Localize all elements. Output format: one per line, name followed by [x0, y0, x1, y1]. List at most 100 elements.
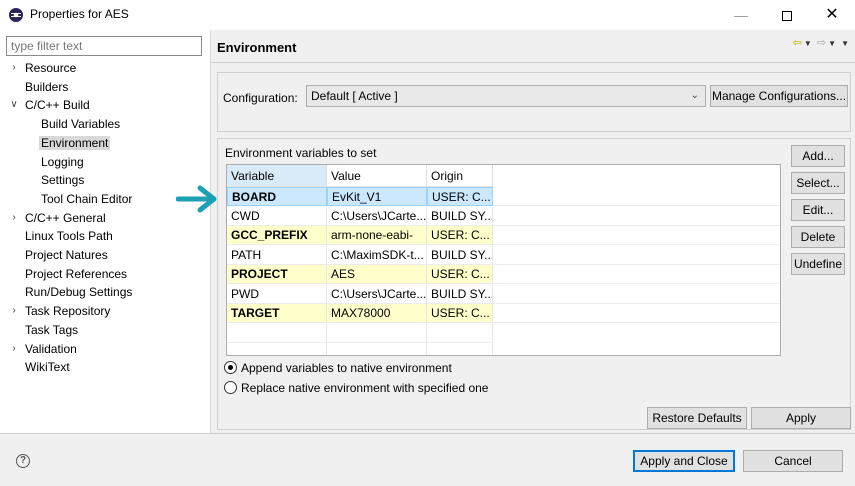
forward-dropdown-icon[interactable]: ▼: [828, 39, 836, 48]
tree-item-label: C/C++ Build: [25, 98, 90, 113]
chevron-right-icon[interactable]: ›: [9, 59, 19, 77]
tree-item-c-c-general[interactable]: › C/C++ General: [12, 209, 108, 227]
append-option-label: Append variables to native environment: [241, 361, 452, 375]
replace-option[interactable]: Replace native environment with specifie…: [224, 379, 488, 397]
cell-origin: USER: C...: [427, 187, 493, 206]
tree-item-label: Builders: [25, 79, 69, 94]
configuration-label: Configuration:: [223, 91, 298, 105]
cell-value: arm-none-eabi-: [327, 226, 427, 245]
chevron-down-icon[interactable]: ∨: [9, 96, 19, 114]
tree-item-c-c-build[interactable]: ∨ C/C++ Build: [10, 96, 92, 114]
tree-item-label: Settings: [41, 173, 85, 188]
tree-item-validation[interactable]: › Validation: [12, 340, 79, 358]
add-button[interactable]: Add...: [791, 145, 845, 167]
tree-item-label: WikiText: [25, 360, 70, 375]
column-header-origin[interactable]: Origin: [427, 165, 493, 187]
column-header-value[interactable]: Value: [327, 165, 427, 187]
environment-variables-table[interactable]: Variable Value Origin BOARD EvKit_V1 USER:…: [226, 164, 781, 356]
configuration-group: Configuration: Default [ Active ] ⌄ Mana…: [217, 72, 851, 132]
cell-value: EvKit_V1: [327, 187, 427, 206]
help-icon[interactable]: ?: [16, 454, 30, 468]
close-button[interactable]: ✕: [809, 0, 855, 30]
edit-button[interactable]: Edit...: [791, 199, 845, 221]
restore-defaults-button[interactable]: Restore Defaults: [647, 407, 747, 429]
select-button[interactable]: Select...: [791, 172, 845, 194]
cell-variable: BOARD: [227, 187, 327, 206]
tree-item-logging[interactable]: Logging: [39, 153, 86, 171]
tree-item-task-repository[interactable]: › Task Repository: [12, 302, 112, 320]
cell-value: C:\Users\JCarte...: [327, 284, 427, 304]
tree-item-label: Validation: [25, 341, 77, 356]
tree-item-settings[interactable]: Settings: [39, 171, 86, 189]
configuration-select[interactable]: Default [ Active ] ⌄: [306, 85, 706, 107]
tree-item-label: Run/Debug Settings: [25, 285, 133, 300]
manage-configurations-button[interactable]: Manage Configurations...: [710, 85, 848, 107]
apply-button[interactable]: Apply: [751, 407, 851, 429]
append-option[interactable]: Append variables to native environment: [224, 359, 452, 377]
empty-cell: [327, 343, 427, 355]
cell-value: MAX78000: [327, 304, 427, 323]
empty-row: [227, 343, 780, 355]
chevron-right-icon[interactable]: ›: [9, 340, 19, 358]
tree-item-label: Build Variables: [41, 117, 121, 132]
maximize-icon: [782, 11, 792, 22]
minimize-button[interactable]: —: [718, 0, 764, 30]
tree-item-label: Task Repository: [25, 304, 111, 319]
tree-item-tool-chain-editor[interactable]: Tool Chain Editor: [39, 190, 134, 208]
tree-item-build-variables[interactable]: Build Variables: [39, 115, 122, 133]
cell-variable: PATH: [227, 245, 327, 265]
table-row[interactable]: BOARD EvKit_V1 USER: C...: [227, 187, 780, 207]
tree-item-builders[interactable]: Builders: [23, 78, 70, 96]
chevron-right-icon[interactable]: ›: [9, 209, 19, 227]
cell-origin: USER: C...: [427, 226, 493, 245]
tree-item-label: Environment: [39, 135, 111, 150]
window-title: Properties for AES: [30, 7, 129, 21]
chevron-down-icon: ⌄: [690, 90, 699, 101]
table-row[interactable]: PROJECT AES USER: C...: [227, 265, 780, 285]
tree-item-project-references[interactable]: Project References: [23, 265, 129, 283]
empty-cell: [427, 323, 493, 343]
back-arrow-icon[interactable]: ⇦: [793, 37, 802, 49]
tree-item-project-natures[interactable]: Project Natures: [23, 246, 110, 264]
tree-item-run-debug-settings[interactable]: Run/Debug Settings: [23, 283, 134, 301]
replace-option-label: Replace native environment with specifie…: [241, 381, 489, 395]
row-filler: [493, 284, 780, 304]
row-filler: [493, 187, 780, 206]
title-bar: Properties for AES — ✕: [0, 0, 855, 30]
filter-input[interactable]: [6, 36, 202, 56]
view-menu-icon[interactable]: ▼: [841, 39, 849, 48]
undefine-button[interactable]: Undefine: [791, 253, 845, 275]
table-row[interactable]: GCC_PREFIX arm-none-eabi- USER: C...: [227, 226, 780, 246]
tree-item-label: Project Natures: [25, 248, 108, 262]
cell-value: AES: [327, 265, 427, 284]
forward-arrow-icon[interactable]: ⇨: [817, 37, 826, 49]
tree-item-linux-tools-path[interactable]: Linux Tools Path: [23, 227, 115, 245]
column-header-variable[interactable]: Variable: [227, 165, 327, 187]
eclipse-app-icon: [9, 8, 23, 22]
cell-variable: GCC_PREFIX: [227, 226, 327, 245]
table-row[interactable]: CWD C:\Users\JCarte... BUILD SY...: [227, 206, 780, 227]
empty-cell: [227, 323, 327, 343]
tree-item-resource[interactable]: › Resource: [12, 59, 78, 77]
table-row[interactable]: PWD C:\Users\JCarte... BUILD SY...: [227, 284, 780, 305]
radio-checked-icon: [224, 361, 237, 374]
empty-cell: [227, 343, 327, 355]
cell-origin: BUILD SY...: [427, 245, 493, 265]
table-row[interactable]: TARGET MAX78000 USER: C...: [227, 304, 780, 324]
cell-variable: PWD: [227, 284, 327, 304]
chevron-right-icon[interactable]: ›: [9, 302, 19, 320]
radio-unchecked-icon: [224, 381, 237, 394]
env-table-caption: Environment variables to set: [225, 146, 377, 160]
tree-item-wikitext[interactable]: WikiText: [23, 358, 72, 376]
tree-item-environment[interactable]: Environment: [39, 134, 111, 152]
tree-item-task-tags[interactable]: Task Tags: [23, 321, 80, 339]
apply-and-close-button[interactable]: Apply and Close: [633, 450, 735, 472]
page-navigation: ⇦ ▼ ⇨ ▼ ▼: [791, 36, 849, 49]
delete-button[interactable]: Delete: [791, 226, 845, 248]
cell-origin: USER: C...: [427, 304, 493, 323]
back-dropdown-icon[interactable]: ▼: [804, 39, 812, 48]
cancel-button[interactable]: Cancel: [743, 450, 843, 472]
maximize-button[interactable]: [764, 0, 810, 30]
table-row[interactable]: PATH C:\MaximSDK-t... BUILD SY...: [227, 245, 780, 266]
cell-value: C:\MaximSDK-t...: [327, 245, 427, 265]
